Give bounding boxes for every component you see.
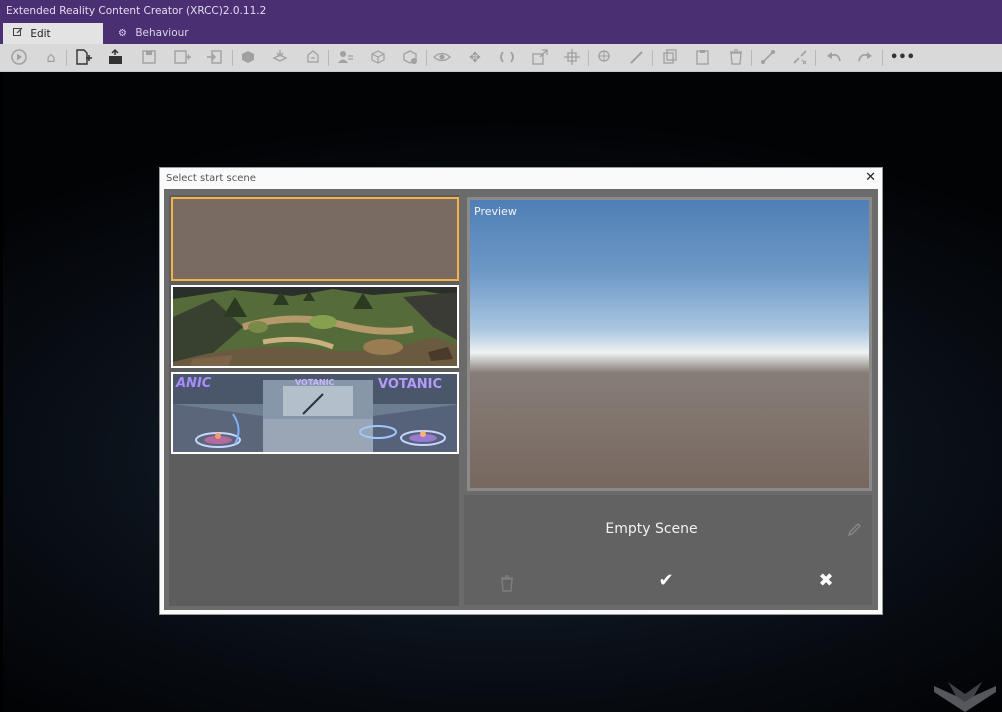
scene-list[interactable]: ANIC VOTANIC VOTANIC	[169, 195, 459, 606]
brush-icon[interactable]	[627, 48, 647, 68]
delete-icon[interactable]	[726, 48, 746, 68]
edit-name-icon[interactable]	[846, 521, 864, 539]
toolbar-separator	[815, 50, 816, 66]
paste-icon[interactable]	[693, 48, 713, 68]
gear-icon: ⚙	[118, 28, 127, 39]
tab-edit-label: Edit	[30, 28, 51, 40]
scale-icon[interactable]	[530, 48, 550, 68]
toolbar: ⌂ ✥ •••	[0, 44, 1002, 72]
selected-scene-name: Empty Scene	[605, 521, 698, 537]
edit-icon	[13, 27, 27, 40]
rotate-icon[interactable]	[497, 48, 517, 68]
toolbar-separator	[426, 50, 427, 66]
snap-icon[interactable]	[595, 48, 615, 68]
package-icon[interactable]	[400, 48, 420, 68]
tab-bar: Edit ⚙ Behaviour	[0, 23, 1002, 44]
toolbar-separator	[882, 50, 883, 66]
new-scene-icon[interactable]	[73, 48, 93, 68]
move-icon[interactable]: ✥	[465, 48, 485, 68]
delete-scene-icon[interactable]	[498, 573, 518, 593]
play-icon[interactable]	[9, 48, 29, 68]
tab-edit[interactable]: Edit	[3, 23, 103, 44]
save-icon[interactable]	[139, 48, 159, 68]
window-title-bar: Extended Reality Content Creator (XRCC)2…	[0, 0, 1002, 23]
avatar-icon[interactable]	[335, 48, 355, 68]
window-title: Extended Reality Content Creator (XRCC)2…	[6, 5, 267, 17]
dialog-close-icon[interactable]: ✕	[865, 170, 876, 185]
more-menu-icon[interactable]: •••	[890, 48, 915, 68]
redo-icon[interactable]	[855, 48, 875, 68]
votanic-scene-image: ANIC VOTANIC VOTANIC	[173, 374, 457, 452]
link-icon[interactable]	[758, 48, 778, 68]
confirm-button[interactable]: ✔	[654, 569, 678, 593]
votanic-sign-right: VOTANIC	[378, 377, 442, 392]
tab-behaviour-label: Behaviour	[135, 27, 189, 39]
home-icon[interactable]: ⌂	[41, 48, 61, 68]
scene-thumbnail-forest[interactable]	[171, 285, 459, 368]
open-icon[interactable]	[106, 48, 126, 68]
export-icon[interactable]	[205, 48, 225, 68]
tab-behaviour[interactable]: ⚙ Behaviour	[108, 23, 218, 44]
select-start-scene-dialog: Select start scene ✕ ANIC VOTANIC VOTANI…	[159, 167, 883, 615]
dialog-body: ANIC VOTANIC VOTANIC Preview Empty Scene…	[164, 189, 878, 610]
scene-preview: Preview	[467, 197, 872, 491]
copy-icon[interactable]	[660, 48, 680, 68]
pivot-icon[interactable]	[562, 48, 582, 68]
scene-thumbnail-votanic[interactable]: ANIC VOTANIC VOTANIC	[171, 372, 459, 454]
import-asset-icon[interactable]	[270, 48, 290, 68]
scene-info-panel: Empty Scene ✔ ✖	[464, 495, 872, 605]
app-logo-icon	[934, 682, 996, 712]
toolbar-separator	[652, 50, 653, 66]
cancel-button[interactable]: ✖	[814, 569, 838, 593]
scene-thumbnail-empty[interactable]	[171, 197, 459, 281]
import-media-icon[interactable]	[303, 48, 323, 68]
toolbar-separator	[328, 50, 329, 66]
import-model-icon[interactable]	[238, 48, 258, 68]
toolbar-separator	[588, 50, 589, 66]
preview-label: Preview	[474, 205, 517, 218]
forest-scene-image	[173, 287, 457, 366]
save-as-icon[interactable]	[172, 48, 192, 68]
toolbar-separator	[232, 50, 233, 66]
dialog-title: Select start scene	[166, 173, 256, 184]
toolbar-separator	[751, 50, 752, 66]
visibility-icon[interactable]	[432, 48, 452, 68]
unlink-icon[interactable]	[790, 48, 810, 68]
undo-icon[interactable]	[824, 48, 844, 68]
votanic-sign-center: VOTANIC	[295, 378, 335, 387]
toolbar-separator	[66, 50, 67, 66]
votanic-sign-left: ANIC	[175, 376, 212, 391]
box-icon[interactable]	[368, 48, 388, 68]
